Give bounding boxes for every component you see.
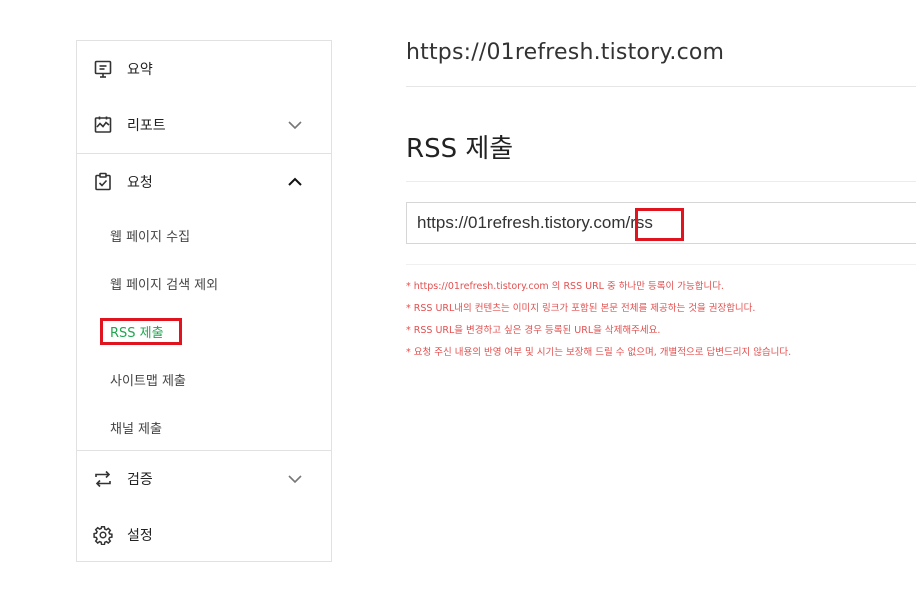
chevron-up-icon <box>287 174 303 190</box>
sidebar-item-label: 리포트 <box>127 118 166 134</box>
page: 요약 리포트 요청 웹 페이지 수집 웹 페이지 검색 제외 RSS 제출 사이… <box>0 0 916 604</box>
notice-item: * https://01refresh.tistory.com 의 RSS UR… <box>406 281 724 292</box>
sidebar-item-label: 검증 <box>127 472 153 488</box>
page-title: RSS 제출 <box>406 134 514 164</box>
request-icon <box>93 172 113 192</box>
notice-list: * https://01refresh.tistory.com 의 RSS UR… <box>406 276 791 364</box>
sidebar-item-request[interactable]: 요청 <box>77 154 331 210</box>
sub-item-web-page-exclude[interactable]: 웹 페이지 검색 제외 <box>110 274 218 293</box>
sidebar-item-verify[interactable]: 검증 <box>77 451 331 507</box>
rss-path-highlight-box <box>635 208 684 241</box>
divider <box>406 86 916 87</box>
sidebar-item-settings[interactable]: 설정 <box>77 507 331 563</box>
settings-icon <box>93 525 113 545</box>
sidebar-item-label: 설정 <box>127 528 153 544</box>
chevron-down-icon <box>287 471 303 487</box>
verify-icon <box>93 469 113 489</box>
sidebar-item-label: 요청 <box>127 175 153 191</box>
notice-item: * 요청 주신 내용의 반영 여부 및 시기는 보장해 드릴 수 없으며, 개별… <box>406 347 792 358</box>
sub-item-sitemap-submit[interactable]: 사이트맵 제출 <box>110 370 186 389</box>
report-icon <box>93 115 113 135</box>
sidebar-item-summary[interactable]: 요약 <box>77 41 331 97</box>
notice-item: * RSS URL내의 컨텐츠는 이미지 링크가 포함된 본문 전체를 제공하는… <box>406 303 756 314</box>
notice-item: * RSS URL을 변경하고 싶은 경우 등록된 URL을 삭제해주세요. <box>406 325 661 336</box>
divider <box>406 264 916 265</box>
sub-item-channel-submit[interactable]: 채널 제출 <box>110 418 162 437</box>
sub-item-web-page-collect[interactable]: 웹 페이지 수집 <box>110 226 190 245</box>
site-url-heading: https://01refresh.tistory.com <box>406 40 725 65</box>
chevron-down-icon <box>287 117 303 133</box>
divider <box>406 181 916 182</box>
rss-menu-highlight-box <box>100 318 182 345</box>
sidebar-item-report[interactable]: 리포트 <box>77 97 331 153</box>
sidebar-item-label: 요약 <box>127 62 153 78</box>
sidebar: 요약 리포트 요청 웹 페이지 수집 웹 페이지 검색 제외 RSS 제출 사이… <box>76 40 332 562</box>
summary-icon <box>93 59 113 79</box>
